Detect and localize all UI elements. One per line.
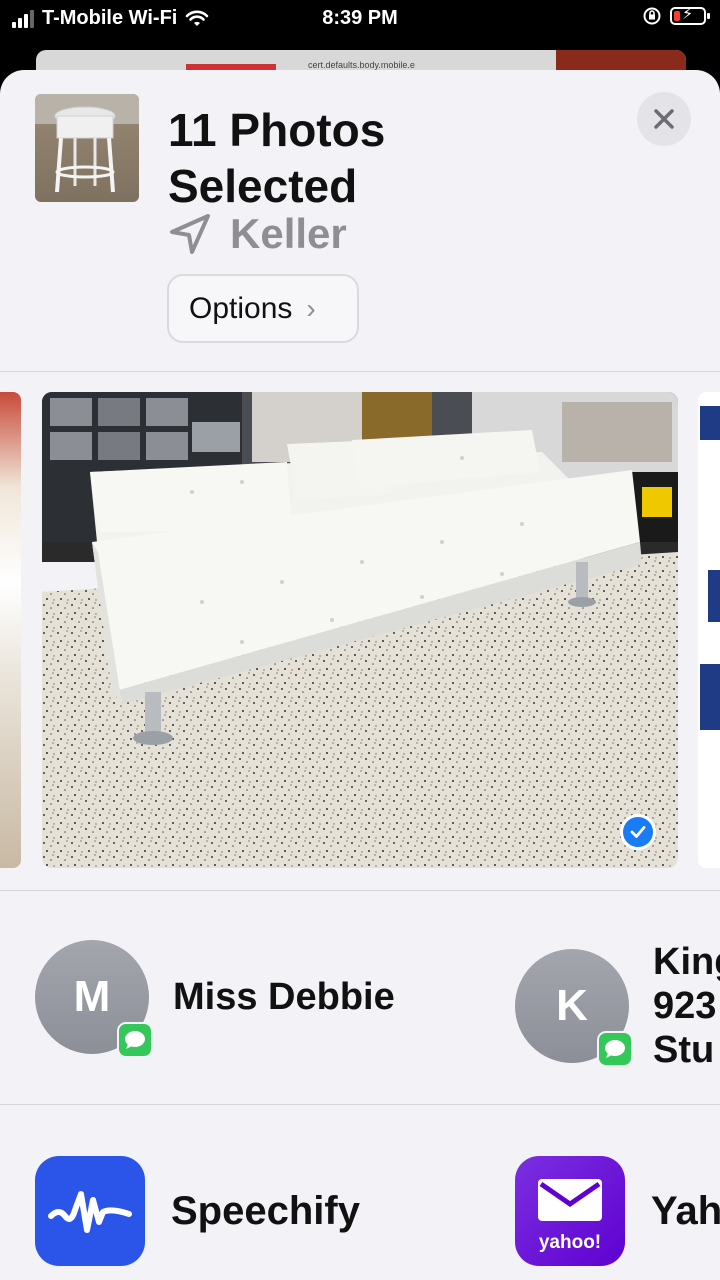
selected-photo[interactable] <box>42 392 678 868</box>
next-photo[interactable] <box>698 392 720 868</box>
status-right: ⚡ <box>642 6 710 26</box>
options-label: Options <box>189 291 293 325</box>
messages-icon <box>597 1031 633 1067</box>
battery-icon: ⚡ <box>670 6 710 25</box>
avatar-initial: M <box>73 972 111 1021</box>
contact-name: Miss Debbie <box>173 976 395 1018</box>
share-title-line-1: 11 Photos <box>168 104 386 156</box>
avatar: K <box>515 949 633 1067</box>
location-arrow-icon <box>170 214 210 254</box>
selected-photos-thumbnail <box>35 94 139 202</box>
avatar-initial: K <box>556 981 588 1030</box>
location-row: Keller <box>168 210 347 258</box>
photos-divider <box>0 890 720 891</box>
contact-name: King 923 Stu <box>653 940 720 1072</box>
close-button[interactable] <box>637 92 691 146</box>
yahoo-wordmark: yahoo! <box>538 1232 602 1253</box>
location-name: Keller <box>230 210 347 257</box>
share-title-line-2: Selected <box>168 160 358 212</box>
app-yahoo-mail[interactable]: yahoo! Yah <box>515 1156 720 1266</box>
contact-miss-debbie[interactable]: M Miss Debbie <box>35 940 395 1058</box>
app-speechify[interactable]: Speechify <box>35 1156 360 1266</box>
orientation-lock-icon <box>643 7 661 25</box>
messages-icon <box>117 1022 153 1058</box>
people-divider <box>0 1104 720 1105</box>
previous-photo[interactable] <box>0 392 21 868</box>
avatar: M <box>35 940 153 1058</box>
contact-name-line: Stu <box>653 1029 715 1071</box>
header-divider <box>0 371 720 372</box>
chevron-right-icon: › <box>306 292 316 324</box>
background-snippet: cert.defaults.body.mobile.e <box>308 60 415 70</box>
contact-king[interactable]: K King 923 Stu <box>515 940 720 1072</box>
yahoo-mail-icon: yahoo! <box>515 1156 625 1266</box>
checkmark-icon[interactable] <box>620 814 656 850</box>
close-icon <box>654 109 674 129</box>
contact-name-line: 923 <box>653 985 717 1027</box>
options-button[interactable]: Options › <box>167 274 359 343</box>
contact-name-line: King <box>653 941 720 983</box>
clock: 8:39 PM <box>322 7 398 29</box>
share-title: 11 Photos Selected <box>168 102 608 214</box>
app-name: Yah <box>651 1188 720 1233</box>
speechify-icon <box>35 1156 145 1266</box>
app-name: Speechify <box>171 1188 360 1233</box>
status-bar: T-Mobile Wi-Fi 8:39 PM ⚡ <box>0 0 720 40</box>
share-sheet: 11 Photos Selected Keller Options › M Mi… <box>0 70 720 1280</box>
